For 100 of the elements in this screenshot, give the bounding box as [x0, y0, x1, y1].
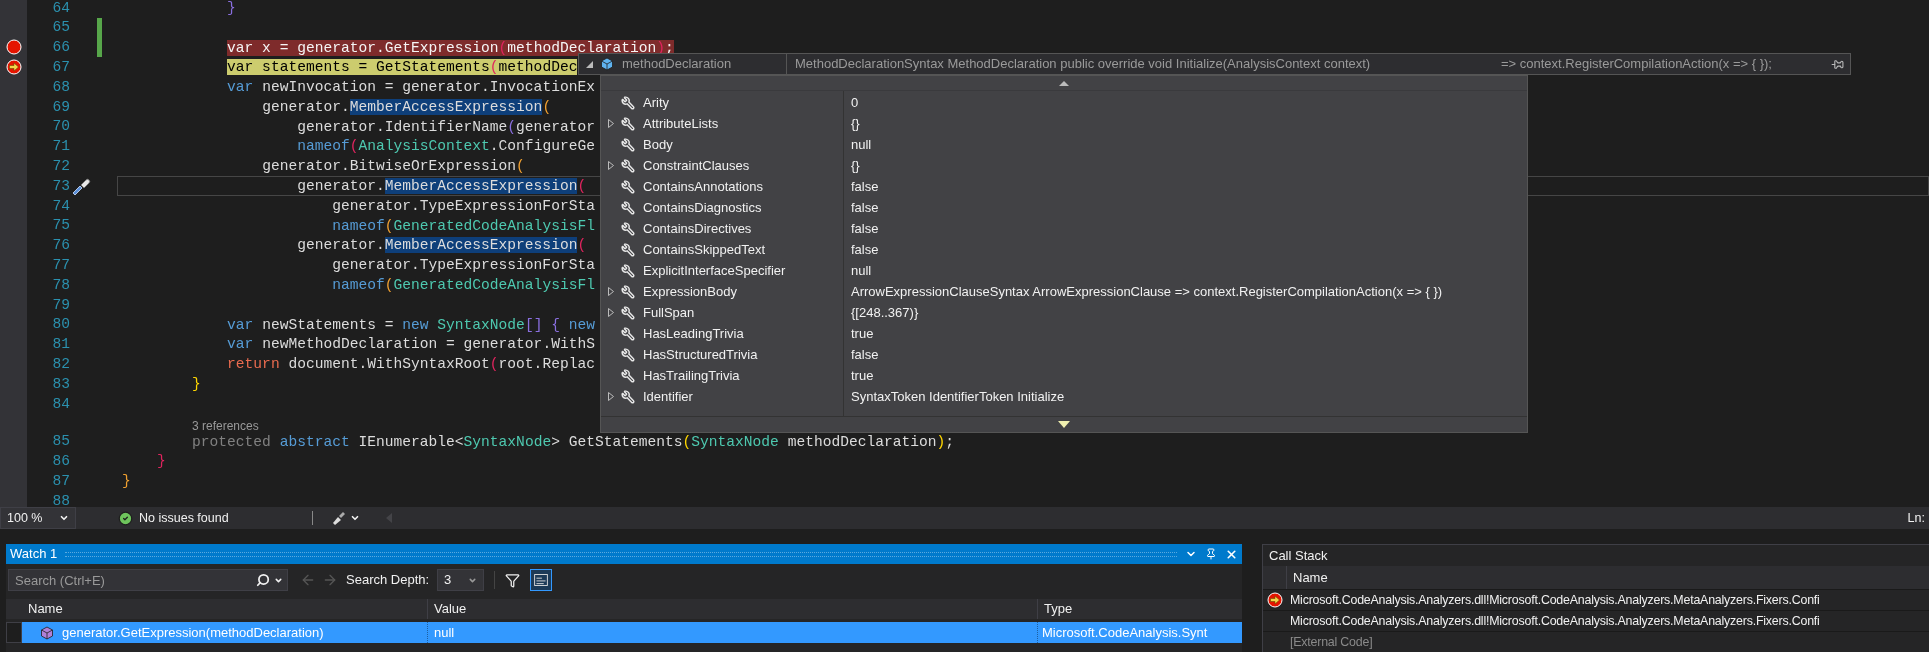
panel-title: Watch 1 [10, 545, 58, 564]
wrench-icon [621, 347, 635, 362]
code-line: protected abstract IEnumerable<SyntaxNode> GetStatements(SyntaxNode methodDeclaration); [191, 432, 955, 451]
external-code-frame[interactable]: [External Code] [1287, 632, 1373, 652]
line-number: 72 [52, 158, 70, 174]
brush-icon[interactable] [330, 511, 347, 526]
breakpoint-icon[interactable] [5, 39, 22, 56]
property-value: 0 [851, 93, 859, 112]
code-line: generator.TypeExpressionForSta [331, 256, 595, 275]
watch-type: Microsoft.CodeAnalysis.Synt [1041, 623, 1209, 642]
property-value: false [851, 345, 879, 364]
expander-icon[interactable] [608, 161, 614, 170]
filter-icon[interactable] [505, 572, 521, 588]
property-name: HasLeadingTrivia [643, 324, 745, 343]
stack-frame[interactable]: Microsoft.CodeAnalysis.Analyzers.dll!Microsoft.CodeAnalysis.Analyzers.MetaAnalyzers.Fixers.Confi [1287, 611, 1820, 631]
line-number: 88 [52, 493, 70, 508]
code-line: generator.MemberAccessExpression( [296, 177, 587, 196]
property-value: false [851, 219, 879, 238]
zoom-dropdown[interactable]: 100 % [0, 507, 76, 530]
line-number: 75 [52, 218, 70, 233]
line-number: 69 [52, 99, 70, 115]
wrench-icon [621, 389, 635, 404]
datatip-name: methodDeclaration [622, 55, 733, 74]
search-icon[interactable] [256, 573, 270, 587]
issues-status[interactable]: No issues found [139, 508, 229, 528]
caret-icon[interactable] [274, 576, 283, 585]
line-number: 78 [52, 277, 70, 293]
property-value: SyntaxToken IdentifierToken Initialize [851, 387, 1065, 406]
pin-icon[interactable] [1831, 57, 1844, 71]
line-number: 80 [52, 317, 70, 332]
property-value: true [851, 324, 874, 343]
column-header[interactable]: Name [22, 599, 428, 619]
method-icon [40, 625, 54, 640]
code-line: generator.IdentifierName(generator [296, 117, 595, 136]
wrench-icon [621, 242, 635, 257]
expander-icon[interactable] [608, 392, 614, 401]
expander-icon[interactable] [608, 119, 614, 128]
column-header[interactable]: Name [1287, 567, 1328, 588]
property-value: ArrowExpressionClauseSyntax ArrowExpressionClause => context.RegisterCompilationAction(x => { }) [851, 282, 1443, 301]
code-line: } [122, 472, 131, 491]
property-value: {} [851, 156, 860, 175]
tab-view-icon[interactable] [530, 569, 553, 591]
expander-icon[interactable] [608, 308, 614, 317]
screwdriver-icon[interactable] [71, 177, 91, 196]
wrench-icon [621, 179, 635, 194]
code-line: generator.TypeExpressionForSta [331, 196, 595, 215]
references-link[interactable]: 3 references [192, 419, 259, 432]
line-number: 84 [52, 396, 70, 412]
pin-icon[interactable] [1205, 548, 1217, 560]
property-name: FullSpan [643, 303, 696, 322]
wrench-icon [621, 137, 635, 152]
depth-dropdown[interactable]: 3 [437, 569, 485, 591]
line-number: 66 [52, 40, 70, 55]
stack-frame[interactable]: Microsoft.CodeAnalysis.Analyzers.dll!Microsoft.CodeAnalysis.Analyzers.MetaAnalyzers.Fixers.Confi [1287, 590, 1820, 610]
property-value: {} [851, 114, 860, 133]
expander-icon[interactable] [585, 59, 594, 69]
code-line: } [226, 0, 236, 17]
code-line: var newMethodDeclaration = generator.WithS [226, 335, 595, 354]
code-line: generator.MemberAccessExpression( [261, 97, 552, 116]
line-number: 73 [52, 178, 70, 194]
code-line: nameof(AnalysisContext.ConfigureGe [296, 137, 595, 156]
column-header[interactable]: Value [428, 599, 1038, 619]
wrench-icon [621, 95, 635, 110]
down-arrow-icon[interactable] [1058, 421, 1070, 428]
line-number: 65 [52, 20, 70, 35]
current-statement-icon[interactable] [5, 59, 22, 76]
search-field[interactable]: Search (Ctrl+E) [8, 569, 288, 591]
line-number: 70 [52, 119, 70, 134]
wrench-icon [621, 326, 635, 341]
property-name: Body [643, 135, 674, 154]
wrench-icon [621, 200, 635, 215]
line-number: 68 [52, 79, 70, 95]
cube-icon [600, 57, 614, 71]
wrench-icon [621, 284, 635, 299]
line-number: 79 [52, 297, 70, 313]
property-name: ExplicitInterfaceSpecifier [643, 261, 787, 280]
wrench-icon [621, 368, 635, 383]
code-line: nameof(GeneratedCodeAnalysisFl [331, 276, 595, 295]
property-name: AttributeLists [643, 114, 720, 133]
property-name: ConstraintClauses [643, 156, 751, 175]
expander-icon[interactable] [608, 287, 614, 296]
property-name: ContainsSkippedText [643, 240, 767, 259]
wrench-icon [621, 158, 635, 173]
code-line: return document.WithSyntaxRoot(root.Replac [226, 355, 595, 374]
up-arrow-icon[interactable] [1059, 80, 1069, 86]
watch-name: generator.GetExpression(methodDeclaration) [62, 623, 324, 642]
property-name: ContainsAnnotations [643, 177, 764, 196]
line-number: 86 [52, 454, 70, 469]
property-name: ContainsDirectives [643, 219, 753, 238]
current-frame-icon[interactable] [1267, 592, 1283, 608]
code-line: var newStatements = new SyntaxNode[] { new [226, 315, 595, 334]
property-value: false [851, 198, 879, 217]
wrench-icon [621, 221, 635, 236]
line-position: Ln: [1907, 509, 1925, 527]
code-line: generator.BitwiseOrExpression( [261, 157, 525, 176]
close-icon[interactable] [1225, 547, 1238, 561]
line-number: 81 [52, 337, 70, 352]
column-header[interactable]: Type [1038, 599, 1242, 619]
property-value: false [851, 177, 879, 196]
code-line: } [156, 452, 166, 471]
